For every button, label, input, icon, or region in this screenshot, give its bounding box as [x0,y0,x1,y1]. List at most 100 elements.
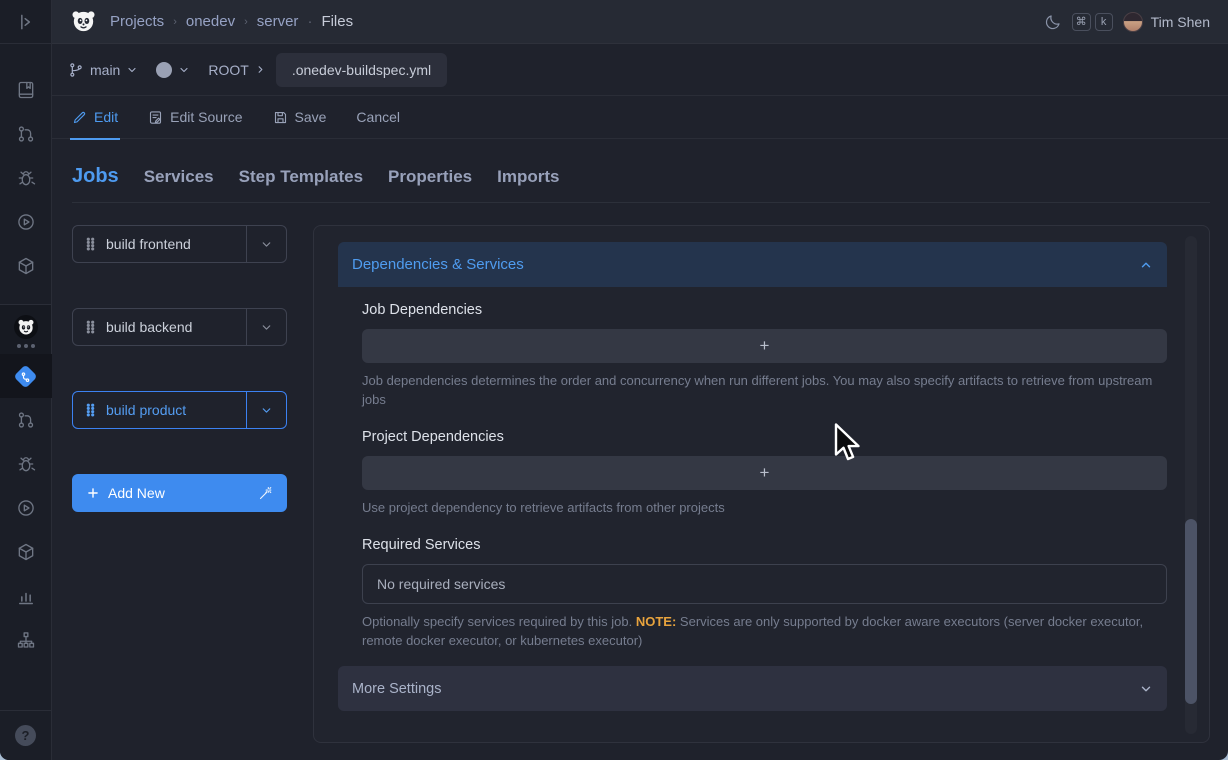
drag-handle-icon[interactable] [85,403,96,417]
chevron-down-icon [260,321,273,334]
sidebar-item-issues[interactable] [0,156,52,200]
git-branch-icon [68,62,84,78]
tab-save-label: Save [295,109,327,125]
more-settings-section-header[interactable]: More Settings [338,666,1167,711]
required-services-input[interactable]: No required services [362,564,1167,604]
sidebar-item-builds[interactable] [0,200,52,244]
tab-services[interactable]: Services [144,167,214,187]
sidebar-item-packages[interactable] [0,244,52,288]
spec-tabs-divider [72,202,1210,203]
branch-selector[interactable]: main [68,62,138,78]
sitemap-icon [16,630,36,650]
sidebar-item-project-issues[interactable] [0,442,52,486]
more-settings-label: More Settings [352,681,441,697]
magic-wand-icon[interactable] [258,486,273,501]
breadcrumb-projects[interactable]: Projects [110,13,164,30]
sidebar-item-project-packages[interactable] [0,530,52,574]
branch-name: main [90,62,120,78]
bug-icon [16,168,36,188]
drag-handle-icon[interactable] [85,237,96,251]
sidebar-toggle-button[interactable] [0,0,52,44]
required-services-help: Optionally specify services required by … [362,612,1167,650]
add-job-dependency-button[interactable]: + [362,329,1167,363]
panel-scrollbar-thumb[interactable] [1185,519,1197,704]
job-dependencies-label: Job Dependencies [362,302,1167,318]
dark-mode-moon-icon[interactable] [1044,13,1062,31]
job-dropdown-button[interactable] [246,309,286,345]
chevron-up-icon [1139,258,1153,272]
breadcrumb: Projects › onedev › server · Files [110,13,353,30]
tab-properties[interactable]: Properties [388,167,472,187]
tab-edit-source[interactable]: Edit Source [148,96,242,139]
breadcrumb-separator: › [244,16,248,28]
sidebar-item-project-builds[interactable] [0,486,52,530]
plus-icon [86,486,100,500]
user-circle-icon [156,62,172,78]
user-filter-selector[interactable] [156,62,190,78]
onedev-app-window: ? Projects › onedev › server · Files ⌘ k… [0,0,1228,760]
tab-edit-label: Edit [94,109,118,125]
bug-icon [16,454,36,474]
tab-jobs[interactable]: Jobs [72,165,119,188]
tab-save[interactable]: Save [273,96,327,139]
sidebar-item-code[interactable] [0,68,52,112]
help-icon: ? [15,725,36,746]
sidebar-item-project-code-active[interactable] [0,354,52,398]
dependencies-form: Job Dependencies + Job dependencies dete… [362,302,1167,650]
project-switcher[interactable] [0,305,51,354]
sidebar-item-project-hierarchy[interactable] [0,618,52,662]
sidebar-item-project-stats[interactable] [0,574,52,618]
root-path-link[interactable]: ROOT [208,62,265,78]
sidebar: ? [0,0,52,760]
chevron-down-icon [1139,682,1153,696]
edit-toolbar: Edit Edit Source Save Cancel [52,96,1228,139]
job-dependencies-help: Job dependencies determines the order an… [362,371,1167,409]
add-project-dependency-button[interactable]: + [362,456,1167,490]
breadcrumb-onedev[interactable]: onedev [186,13,235,30]
user-menu[interactable]: Tim Shen [1123,12,1210,32]
dependencies-services-section-header[interactable]: Dependencies & Services [338,242,1167,287]
command-palette-shortcut[interactable]: ⌘ k [1072,13,1113,31]
pencil-icon [72,110,87,125]
tab-step-templates[interactable]: Step Templates [239,167,363,187]
sidebar-toggle-icon [16,12,36,32]
breadcrumb-separator: › [173,16,177,28]
breadcrumb-separator-dot: · [307,13,312,30]
note-label: NOTE: [636,614,676,629]
buildspec-editor: Jobs Services Step Templates Properties … [52,139,1228,760]
add-new-label: Add New [108,485,165,501]
chevron-down-icon [178,64,190,76]
sidebar-item-pull-requests[interactable] [0,112,52,156]
tab-edit[interactable]: Edit [72,96,118,139]
breadcrumb-server[interactable]: server [257,13,299,30]
code-diamond-icon [13,364,37,388]
edit-source-icon [148,110,163,125]
tab-cancel[interactable]: Cancel [356,96,400,139]
top-header: Projects › onedev › server · Files ⌘ k T… [52,0,1228,44]
job-card-build-frontend[interactable]: build frontend [72,225,287,263]
ellipsis-icon [17,344,35,348]
job-dropdown-button[interactable] [246,392,286,428]
k-key: k [1095,13,1113,31]
filename-input[interactable]: .onedev-buildspec.yml [276,53,447,87]
job-dropdown-button[interactable] [246,226,286,262]
chevron-down-icon [126,64,138,76]
onedev-logo[interactable] [70,8,97,35]
job-card-build-product-selected[interactable]: build product [72,391,287,429]
play-circle-icon [16,212,36,232]
help-text: Optionally specify services required by … [362,614,636,629]
pull-request-icon [16,410,36,430]
job-card-build-backend[interactable]: build backend [72,308,287,346]
sidebar-item-project-pull-requests[interactable] [0,398,52,442]
breadcrumb-files: Files [321,13,353,30]
sidebar-help-button[interactable]: ? [0,710,51,760]
tab-imports[interactable]: Imports [497,167,559,187]
drag-handle-icon[interactable] [85,320,96,334]
chevron-down-icon [260,238,273,251]
panel-scrollbar-track[interactable] [1185,236,1197,734]
user-name: Tim Shen [1151,14,1210,30]
job-name: build product [106,402,186,418]
file-navigation-bar: main ROOT .onedev-buildspec.yml [52,44,1228,96]
user-avatar [1123,12,1143,32]
add-new-job-button[interactable]: Add New [72,474,287,512]
